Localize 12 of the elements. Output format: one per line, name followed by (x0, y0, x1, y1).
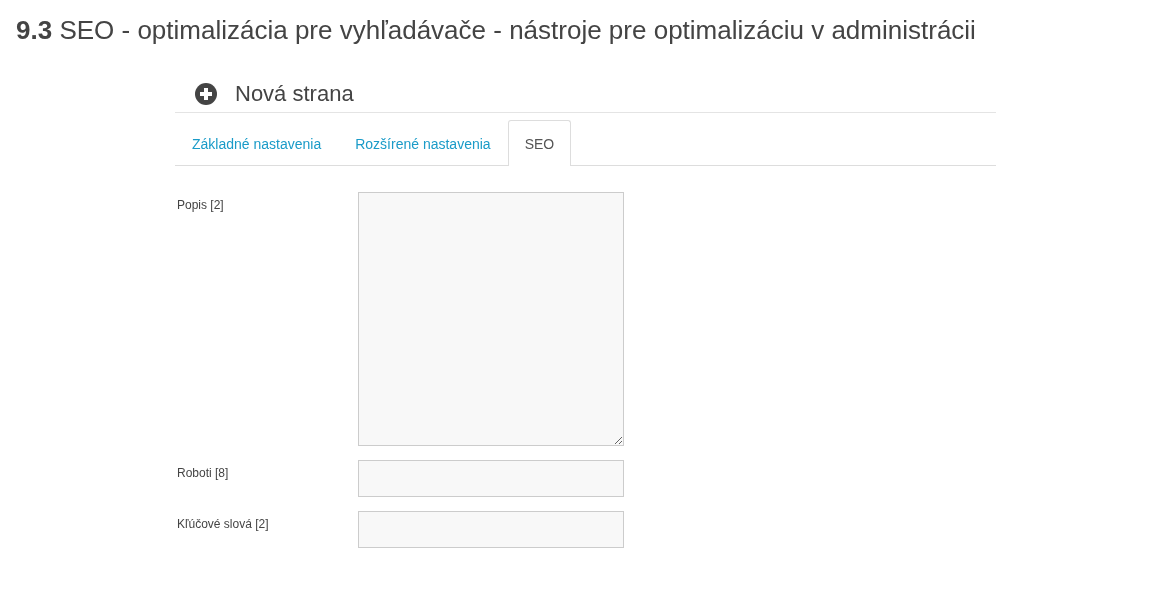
tab[interactable]: SEO (507, 120, 572, 166)
page-title: Nová strana (235, 81, 354, 107)
section-heading: 9.3 SEO - optimalizácia pre vyhľadávače - nástroje pre optimalizáciu v administrácii (16, 14, 977, 47)
field-label: Kľúčové slová [2] (176, 517, 270, 531)
input-field[interactable] (358, 511, 624, 548)
input-field[interactable] (358, 460, 624, 497)
description-field[interactable] (358, 192, 624, 446)
add-icon (195, 83, 217, 105)
field-label: Roboti [8] (176, 466, 230, 480)
field-label: Popis [2] (176, 198, 225, 212)
tab[interactable]: Rozšírené nastavenia (338, 120, 508, 166)
tab[interactable]: Základné nastavenia (175, 120, 339, 166)
